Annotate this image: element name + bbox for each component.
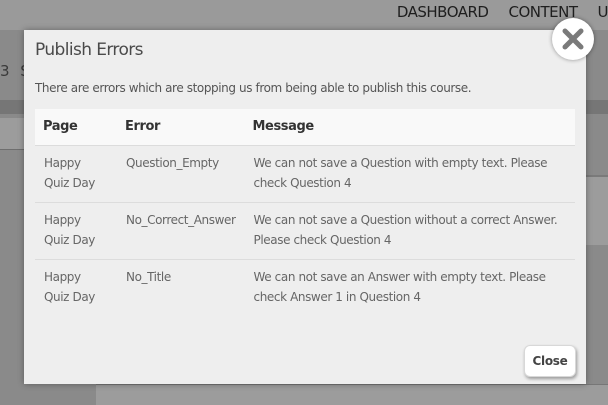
close-icon [562, 28, 584, 50]
cell-message: We can not save a Question without a cor… [244, 202, 575, 260]
dialog-description: There are errors which are stopping us f… [35, 81, 472, 95]
nav-item-truncated[interactable]: U [598, 3, 608, 21]
table-row: Happy Quiz Day No_Title We can not save … [35, 259, 575, 316]
table-row: Happy Quiz Day No_Correct_Answer We can … [35, 202, 575, 260]
close-button[interactable]: Close [524, 345, 576, 377]
table-row: Happy Quiz Day Question_Empty We can not… [35, 145, 575, 203]
cell-error: No_Correct_Answer [117, 202, 245, 260]
cell-message: We can not save a Question with empty te… [244, 145, 575, 203]
cell-error: Question_Empty [117, 145, 245, 203]
background-panel-bottom [96, 384, 608, 405]
column-header-page: Page [35, 109, 117, 146]
nav-dashboard[interactable]: DASHBOARD [397, 3, 489, 21]
cell-page: Happy Quiz Day [35, 202, 117, 260]
cell-message: We can not save an Answer with empty tex… [253, 269, 547, 304]
publish-errors-dialog: Publish Errors There are errors which ar… [24, 30, 586, 384]
table-header-row: Page Error Message [35, 109, 575, 146]
cell-error: No_Title [126, 269, 171, 284]
cell-page: Happy Quiz Day [44, 269, 95, 304]
dialog-title: Publish Errors [35, 40, 144, 60]
cell-page: Happy Quiz Day [35, 145, 117, 203]
errors-table: Page Error Message Happy Quiz Day Questi… [35, 109, 575, 316]
column-header-message: Message [244, 109, 575, 146]
close-x-icon[interactable] [552, 18, 594, 60]
column-header-error: Error [117, 109, 245, 146]
